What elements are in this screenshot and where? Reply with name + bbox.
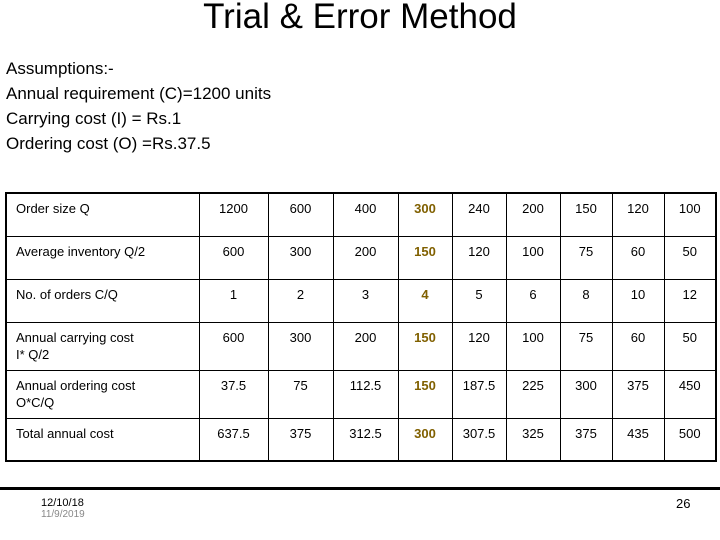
footer-date-secondary: 11/9/2019: [41, 509, 85, 520]
table-cell: 300: [559, 369, 613, 419]
table-cell: 600: [198, 235, 269, 280]
table-cell: 187.5: [451, 369, 507, 419]
table-cell: 120: [451, 235, 507, 280]
table-cell-highlighted: 300: [397, 192, 453, 237]
table-cell: 375: [611, 369, 665, 419]
assumption-line-carrying-cost: Carrying cost (I) = Rs.1: [6, 109, 182, 128]
page-title: Trial & Error Method: [203, 0, 517, 36]
table-cell: 50: [663, 235, 717, 280]
table-cell: 307.5: [451, 417, 507, 462]
table-cell: 435: [611, 417, 665, 462]
table-cell: 150: [559, 192, 613, 237]
row-label-total-annual-cost: Total annual cost: [5, 417, 200, 462]
table-cell: 100: [505, 235, 561, 280]
assumptions-heading: Assumptions:-: [6, 59, 114, 78]
table-cell: 120: [451, 321, 507, 371]
table-cell: 225: [505, 369, 561, 419]
table-cell: 37.5: [198, 369, 269, 419]
footer-divider: [0, 487, 720, 490]
row-label-average-inventory: Average inventory Q/2: [5, 235, 200, 280]
table-cell: 325: [505, 417, 561, 462]
table-cell: 240: [451, 192, 507, 237]
table-cell: 60: [611, 321, 665, 371]
assumption-line-ordering-cost: Ordering cost (O) =Rs.37.5: [6, 134, 211, 153]
assumptions-block: Assumptions:- Annual requirement (C)=120…: [6, 56, 566, 156]
table-row: Annual ordering cost O*C/Q 37.5 75 112.5…: [5, 369, 717, 419]
page-number: 26: [676, 496, 691, 511]
table-cell: 75: [267, 369, 334, 419]
table-cell-highlighted: 150: [397, 321, 453, 371]
table-cell: 375: [559, 417, 613, 462]
table-cell: 60: [611, 235, 665, 280]
table-row: Order size Q 1200 600 400 300 240 200 15…: [5, 192, 717, 237]
table-cell: 1: [198, 278, 269, 323]
table-cell: 50: [663, 321, 717, 371]
table-cell: 120: [611, 192, 665, 237]
table-cell: 450: [663, 369, 717, 419]
table-cell: 300: [267, 321, 334, 371]
table-cell: 400: [332, 192, 399, 237]
table-cell: 1200: [198, 192, 269, 237]
table-cell: 312.5: [332, 417, 399, 462]
row-label-order-size: Order size Q: [5, 192, 200, 237]
table-cell: 500: [663, 417, 717, 462]
assumption-line-annual-requirement: Annual requirement (C)=1200 units: [6, 84, 272, 103]
table-cell: 600: [198, 321, 269, 371]
table-cell: 200: [332, 321, 399, 371]
table-row: Average inventory Q/2 600 300 200 150 12…: [5, 235, 717, 280]
table-cell-highlighted: 300: [397, 417, 453, 462]
table-cell: 75: [559, 321, 613, 371]
trial-and-error-table: Order size Q 1200 600 400 300 240 200 15…: [5, 192, 717, 462]
table-cell-highlighted: 4: [397, 278, 453, 323]
table-row: No. of orders C/Q 1 2 3 4 5 6 8 10 12: [5, 278, 717, 323]
table-cell: 3: [332, 278, 399, 323]
table-cell: 100: [505, 321, 561, 371]
table-cell: 637.5: [198, 417, 269, 462]
table-cell: 75: [559, 235, 613, 280]
table-cell: 200: [332, 235, 399, 280]
table-cell: 100: [663, 192, 717, 237]
table-row: Annual carrying cost I* Q/2 600 300 200 …: [5, 321, 717, 371]
row-label-annual-carrying-cost: Annual carrying cost I* Q/2: [5, 321, 200, 371]
table-cell: 112.5: [332, 369, 399, 419]
table-cell-highlighted: 150: [397, 369, 453, 419]
table-cell: 600: [267, 192, 334, 237]
table-cell: 5: [451, 278, 507, 323]
table-cell: 300: [267, 235, 334, 280]
table-cell-highlighted: 150: [397, 235, 453, 280]
table-cell: 8: [559, 278, 613, 323]
table-cell: 6: [505, 278, 561, 323]
table-cell: 2: [267, 278, 334, 323]
table-cell: 10: [611, 278, 665, 323]
table-cell: 375: [267, 417, 334, 462]
row-label-annual-ordering-cost: Annual ordering cost O*C/Q: [5, 369, 200, 419]
table-row: Total annual cost 637.5 375 312.5 300 30…: [5, 417, 717, 462]
table-cell: 12: [663, 278, 717, 323]
table-cell: 200: [505, 192, 561, 237]
row-label-no-of-orders: No. of orders C/Q: [5, 278, 200, 323]
